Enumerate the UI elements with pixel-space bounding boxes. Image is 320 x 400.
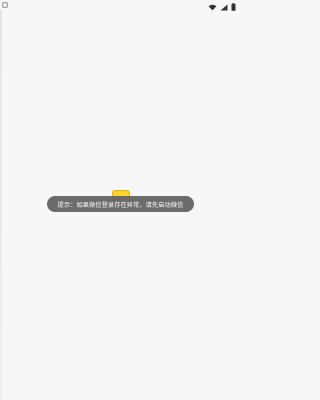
- wifi-icon: [208, 0, 217, 15]
- battery-icon: [231, 0, 236, 15]
- toast-text: 提示：如果微信登录存在异常，请先启动微信: [57, 201, 184, 209]
- status-icons: [208, 1, 236, 11]
- square-icon: [2, 2, 8, 8]
- toast-message: 提示：如果微信登录存在异常，请先启动微信: [47, 196, 194, 212]
- left-edge-divider: [0, 10, 2, 400]
- status-bar: [0, 0, 240, 11]
- app-screen: 提示：如果微信登录存在异常，请先启动微信: [0, 0, 240, 400]
- signal-icon: [220, 0, 228, 15]
